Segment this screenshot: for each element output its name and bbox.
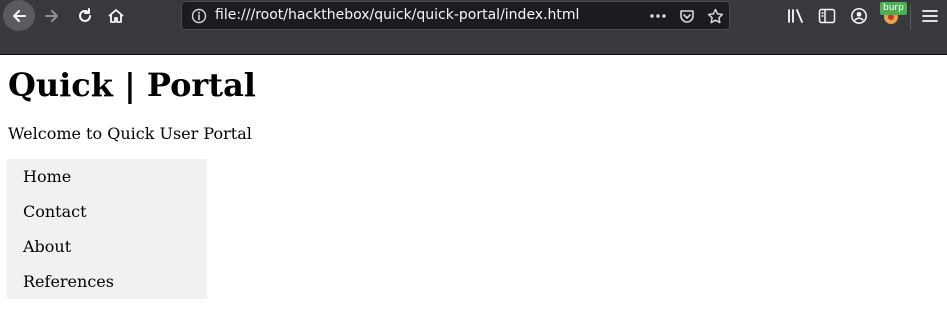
page-actions-button[interactable] [648, 7, 668, 25]
home-button[interactable] [99, 0, 133, 31]
welcome-text: Welcome to Quick User Portal [8, 124, 252, 143]
more-dots-icon [650, 14, 666, 18]
pocket-icon [680, 10, 694, 23]
nav-references-link[interactable]: References [7, 264, 207, 299]
bookmark-star-button[interactable] [705, 7, 725, 25]
hamburger-menu-icon [922, 10, 938, 22]
star-icon [707, 8, 723, 23]
reload-button[interactable] [68, 0, 102, 31]
nav-contact-link[interactable]: Contact [7, 194, 207, 229]
account-button[interactable] [849, 6, 869, 26]
forward-button[interactable] [35, 0, 69, 31]
library-button[interactable] [786, 6, 806, 26]
burp-badge: burp [880, 2, 907, 15]
info-icon[interactable] [191, 8, 207, 24]
nav-about-link[interactable]: About [7, 229, 207, 264]
browser-toolbar: file:///root/hackthebox/quick/quick-port… [0, 0, 947, 55]
page-content: Quick | Portal Welcome to Quick User Por… [0, 56, 947, 315]
url-text[interactable]: file:///root/hackthebox/quick/quick-port… [215, 7, 579, 23]
sidebar-button[interactable] [817, 6, 837, 26]
reload-icon [79, 7, 91, 22]
library-icon [788, 9, 803, 23]
side-nav: Home Contact About References [7, 159, 207, 299]
menu-button[interactable] [920, 6, 940, 26]
toolbar-divider [910, 4, 911, 30]
page-title: Quick | Portal [8, 66, 256, 104]
home-icon [108, 8, 124, 23]
nav-home-link[interactable]: Home [7, 159, 207, 194]
back-button[interactable] [3, 0, 35, 31]
url-bar[interactable]: file:///root/hackthebox/quick/quick-port… [181, 1, 730, 30]
forward-arrow-icon [45, 9, 58, 22]
account-icon [851, 8, 867, 24]
pocket-button[interactable] [677, 7, 697, 25]
sidebar-icon [818, 8, 836, 24]
back-arrow-icon [13, 9, 26, 22]
